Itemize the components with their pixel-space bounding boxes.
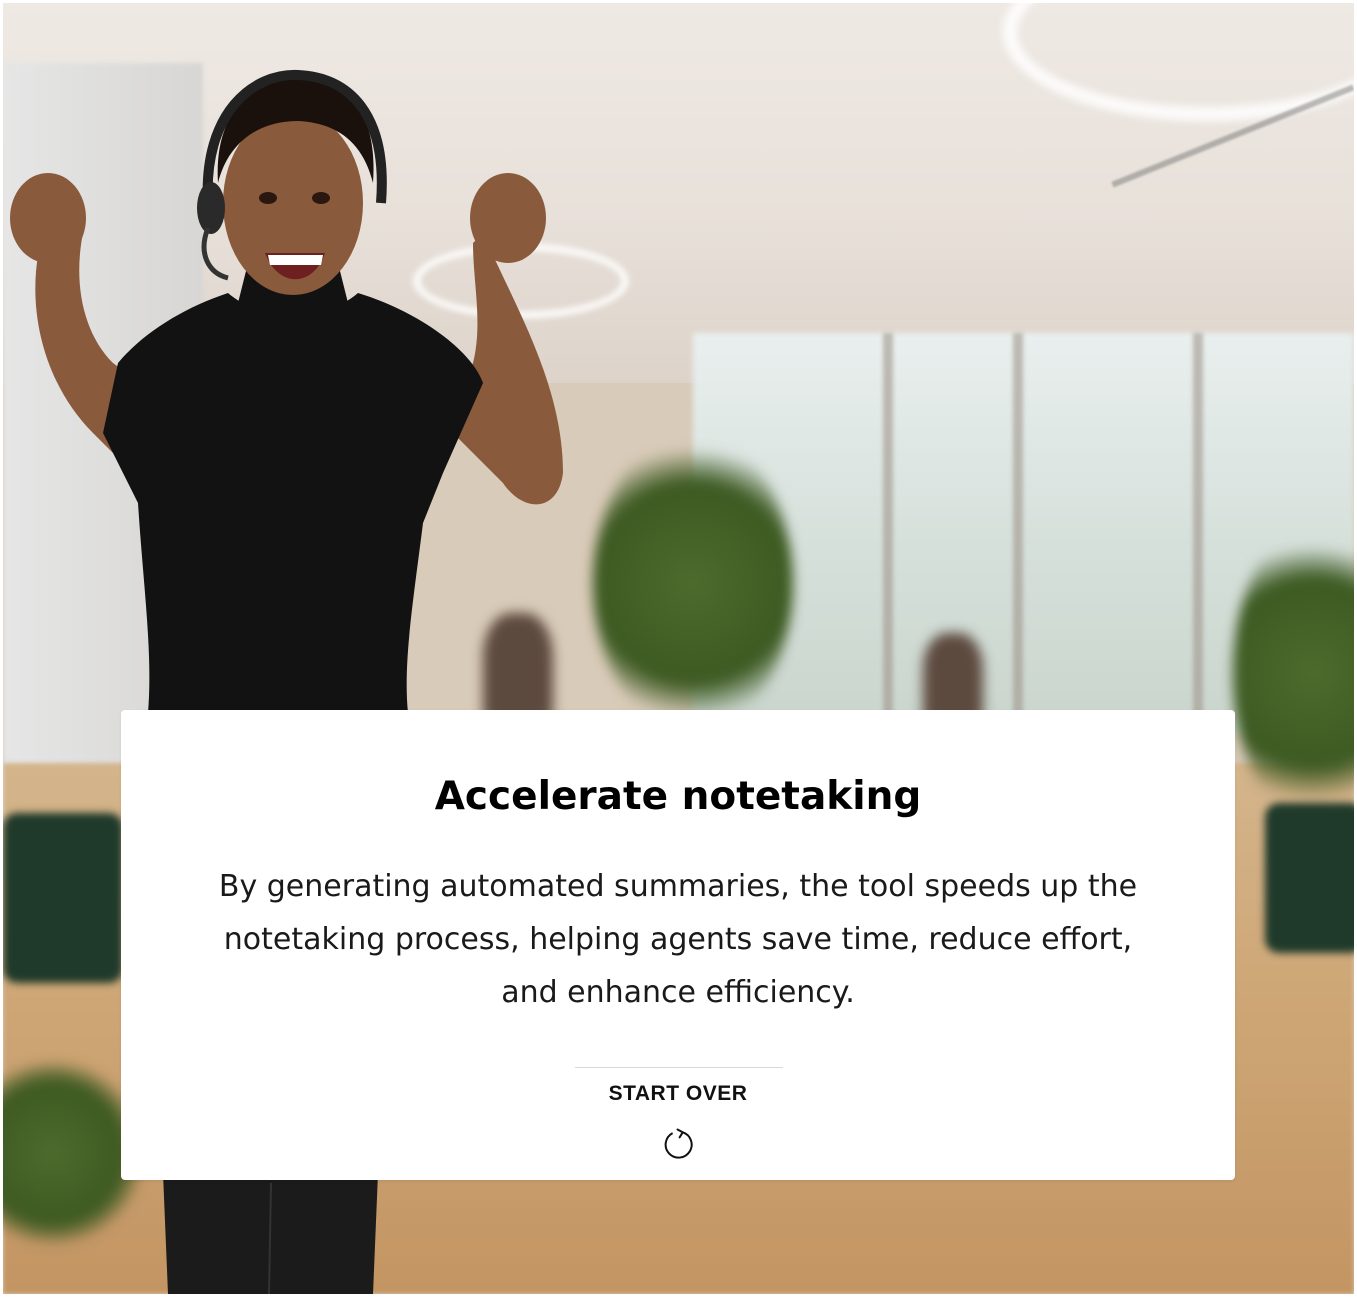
background-chair [1265,803,1354,953]
divider [575,1067,783,1068]
start-over-label: START OVER [608,1082,748,1105]
card-title: Accelerate notetaking [434,774,922,819]
window-frame [1013,333,1023,753]
card-description: By generating automated summaries, the t… [218,869,1138,1010]
restart-icon [664,1128,693,1159]
window-frame [1193,333,1203,753]
scene-background: Accelerate notetaking By generating auto… [3,3,1354,1294]
background-plant [593,433,793,733]
start-over-button[interactable]: START OVER [553,1076,803,1172]
window-frame [883,333,893,753]
content-card: Accelerate notetaking By generating auto… [121,710,1235,1180]
